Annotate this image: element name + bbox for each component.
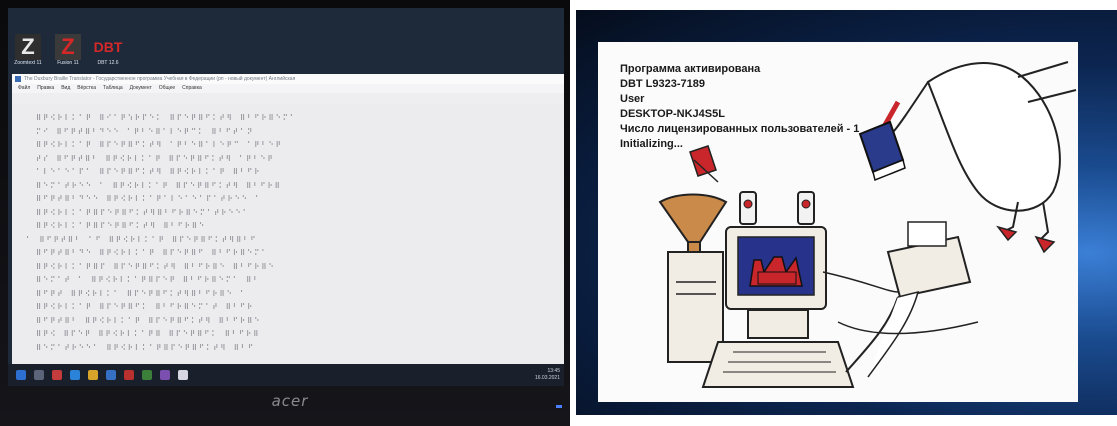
menu-edit[interactable]: Правка xyxy=(37,84,54,93)
licensed-users-count: Число лицензированных пользователей - 1 xyxy=(620,123,860,135)
monitor-photo: Z Zoomtext 11 Z Fusion 11 DBT DBT 12.6 T… xyxy=(0,0,570,426)
app-icon[interactable] xyxy=(142,370,152,380)
menu-document[interactable]: Документ xyxy=(130,84,152,93)
braille-line: ⠿⠑⠍⠁⠞⠗⠑⠑⠁ ⠿⠟⠪⠗⠇⠅⠁⠟⠿⠏⠑⠟⠿⠋⠅⠞⠻ ⠿⠃⠋ xyxy=(36,343,256,352)
user-label: User xyxy=(620,93,645,105)
dbt-taskbar-icon[interactable] xyxy=(178,370,188,380)
power-led xyxy=(556,405,562,408)
edge-icon[interactable] xyxy=(70,370,80,380)
start-icon[interactable] xyxy=(16,370,26,380)
computer-name: DESKTOP-NKJ4S5L xyxy=(620,108,725,120)
app-title-bar: The Duxbury Braille Translator - Государ… xyxy=(12,74,564,84)
dbt-icon: DBT xyxy=(93,39,123,55)
desktop-icons: Z Zoomtext 11 Z Fusion 11 DBT DBT 12.6 xyxy=(12,34,124,67)
braille-line: ⠁⠇⠑⠁⠑⠁⠏⠁ ⠿⠏⠑⠟⠿⠋⠅⠞⠻ ⠿⠟⠪⠗⠇⠅⠁⠟ ⠿⠃⠋⠗ xyxy=(36,168,262,176)
splash-photo: Программа активирована DBT L9323-7189 Us… xyxy=(576,10,1117,415)
braille-line: ⠞⠎ ⠿⠋⠟⠞⠿⠃ ⠿⠟⠪⠗⠇⠅⠁⠟ ⠿⠏⠑⠟⠿⠋⠅⠞⠻ ⠁⠟⠃⠑⠟ xyxy=(36,154,275,163)
computer-tower-icon xyxy=(667,251,724,363)
search-icon[interactable] xyxy=(34,370,44,380)
dbt-splash-screen: Программа активирована DBT L9323-7189 Us… xyxy=(598,42,1078,402)
taskbar: 13:45 16.03.2021 xyxy=(8,364,564,386)
menu-view[interactable]: Вид xyxy=(61,84,70,93)
desktop-icon-zoomtext[interactable]: Z Zoomtext 11 xyxy=(12,34,44,67)
desktop-icon-label: Zoomtext 11 xyxy=(14,60,42,66)
app-menu-bar: Файл Правка Вид Вёрстка Таблица Документ… xyxy=(12,84,564,93)
braille-line: ⠿⠟⠪⠗⠇⠅⠁⠟ ⠿⠊⠁⠟⠱⠗⠏⠑⠅ ⠿⠏⠑⠟⠿⠋⠅⠞⠻ ⠿⠃⠋⠗⠿⠑⠍⠁ xyxy=(36,114,297,122)
desktop-icon-dbt[interactable]: DBT DBT 12.6 xyxy=(92,34,124,67)
monitor-screen: Z Zoomtext 11 Z Fusion 11 DBT DBT 12.6 T… xyxy=(8,8,564,386)
app-icon[interactable] xyxy=(160,370,170,380)
braille-line: ⠿⠟⠪⠗⠇⠅⠁⠟ ⠿⠏⠑⠟⠿⠋⠅ ⠿⠃⠋⠗⠿⠑⠍⠁⠞ ⠿⠃⠋⠗ xyxy=(36,303,255,311)
chrome-icon[interactable] xyxy=(52,370,62,380)
app-icon[interactable] xyxy=(124,370,134,380)
braille-line: ⠿⠟⠪⠗⠇⠅⠁⠟ ⠿⠏⠑⠟⠿⠋⠅⠞⠻ ⠁⠟⠃⠑⠿⠁⠇⠑⠟⠉ ⠁⠟⠃⠑⠟ xyxy=(36,141,283,149)
braille-line: ⠿⠋⠟⠞⠿⠃⠙⠑⠑ ⠿⠟⠪⠗⠇⠅⠁⠟⠁⠇⠑⠁⠑⠁⠏⠁⠞⠗⠑⠑ ⠁ xyxy=(36,195,263,203)
braille-line: ⠿⠟⠪⠗⠇⠅⠁⠟⠿⠏ ⠿⠏⠑⠟⠿⠋⠅⠞⠻ ⠿⠃⠋⠗⠿⠑ ⠿⠃⠋⠗⠿⠑ xyxy=(36,262,276,271)
zoomtext-icon: Z xyxy=(15,34,41,60)
book-icon xyxy=(858,120,906,182)
clock-date: 16.03.2021 xyxy=(534,375,560,381)
explorer-icon[interactable] xyxy=(88,370,98,380)
desktop-icon-label: DBT 12.6 xyxy=(97,60,119,66)
braille-line: ⠿⠟⠪⠗⠇⠅⠁⠟⠿⠏⠑⠟⠿⠋⠅⠞⠻⠿⠃⠋⠗⠿⠑⠍⠁⠞⠗⠑⠑⠁ xyxy=(36,208,250,217)
clock-time: 13:45 xyxy=(547,368,560,374)
printer-icon xyxy=(845,221,972,378)
braille-line: ⠿⠑⠍⠁⠞⠗⠑⠑ ⠁ ⠿⠟⠪⠗⠇⠅⠁⠟ ⠿⠏⠑⠟⠿⠋⠅⠞⠻ ⠿⠃⠋⠗⠿ xyxy=(36,181,282,190)
braille-line: ⠍⠊ ⠿⠋⠟⠞⠿⠃⠙⠑⠑ ⠁⠟⠃⠑⠿⠁⠇⠑⠟⠉⠅ ⠿⠃⠋⠞⠁⠝ xyxy=(36,127,255,136)
monitor-brand-logo: acer xyxy=(271,392,309,410)
braille-line: ⠿⠑⠍⠁⠞ ⠁ ⠿⠟⠪⠗⠇⠅⠁⠟⠿⠏⠑⠟ ⠿⠃⠋⠗⠿⠑⠍⠁ ⠿⠃ xyxy=(36,276,261,284)
menu-file[interactable]: Файл xyxy=(18,84,30,93)
menu-help[interactable]: Справка xyxy=(182,84,202,93)
initializing-status: Initializing... xyxy=(620,138,683,150)
desktop-icon-fusion[interactable]: Z Fusion 11 xyxy=(52,34,84,67)
window-title: The Duxbury Braille Translator - Государ… xyxy=(24,76,296,82)
braille-line: ⠿⠟⠪⠗⠇⠅⠁⠟⠿⠏⠑⠟⠿⠋⠅⠞⠻ ⠿⠃⠋⠗⠿⠑ xyxy=(36,222,207,230)
activation-status: Программа активирована xyxy=(620,63,761,75)
braille-line: ⠿⠟⠪ ⠿⠏⠑⠟ ⠿⠟⠪⠗⠇⠅⠁⠟⠿ ⠿⠏⠑⠟⠿⠋⠅ ⠿⠃⠋⠗⠿ xyxy=(36,330,261,338)
braille-document[interactable]: ⠿⠟⠪⠗⠇⠅⠁⠟ ⠿⠊⠁⠟⠱⠗⠏⠑⠅ ⠿⠏⠑⠟⠿⠋⠅⠞⠻ ⠿⠃⠋⠗⠿⠑⠍⠁ ⠍⠊ … xyxy=(12,104,564,364)
keyboard-icon xyxy=(701,309,855,388)
speaker-icon xyxy=(739,191,815,225)
fusion-icon: Z xyxy=(55,34,81,60)
dbt-app-window: The Duxbury Braille Translator - Государ… xyxy=(12,74,564,364)
braille-line: ⠿⠋⠟⠞⠿⠃ ⠿⠟⠪⠗⠇⠅⠁⠟ ⠿⠏⠑⠟⠿⠋⠅⠞⠻ ⠿⠃⠋⠗⠿⠑ xyxy=(36,316,262,325)
braille-line: ⠁ ⠿⠋⠟⠞⠿⠃ ⠁⠋ ⠿⠟⠪⠗⠇⠅⠁⠟ ⠿⠏⠑⠟⠿⠋⠅⠞⠻⠿⠃⠋ xyxy=(26,235,258,244)
splash-status-text: Программа активирована DBT L9323-7189 Us… xyxy=(620,62,859,152)
menu-layout[interactable]: Вёрстка xyxy=(77,84,96,93)
monitor-icon xyxy=(725,226,827,310)
mail-icon[interactable] xyxy=(106,370,116,380)
menu-global[interactable]: Общее xyxy=(159,84,175,93)
system-clock[interactable]: 13:45 16.03.2021 xyxy=(535,368,560,382)
menu-table[interactable]: Таблица xyxy=(103,84,123,93)
braille-line: ⠿⠋⠟⠞ ⠿⠟⠪⠗⠇⠅⠁ ⠿⠏⠑⠟⠿⠋⠅⠞⠻⠿⠃⠋⠗⠿⠑ ⠁ xyxy=(36,289,248,298)
desktop-icon-label: Fusion 11 xyxy=(57,60,79,66)
braille-line: ⠿⠋⠟⠞⠿⠃⠙⠑ ⠿⠟⠪⠗⠇⠅⠁⠟ ⠿⠏⠑⠟⠿⠋ ⠿⠃⠋⠗⠿⠑⠍⠁ xyxy=(36,249,269,257)
license-serial: DBT L9323-7189 xyxy=(620,78,705,90)
app-logo-icon xyxy=(15,76,21,82)
